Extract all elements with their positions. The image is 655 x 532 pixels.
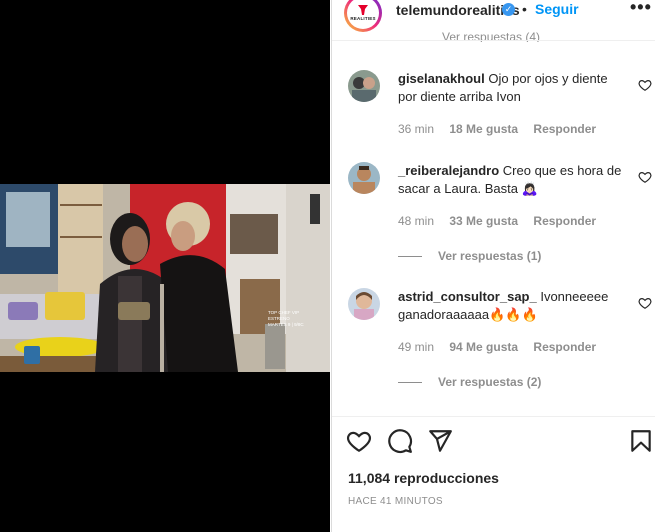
like-comment-icon[interactable] bbox=[638, 78, 652, 92]
share-send-icon[interactable] bbox=[427, 428, 453, 454]
video-overlay-text: TOP CHEF VIP ESTRENO MARTES 9 | 9/8C bbox=[268, 310, 304, 327]
view-replies-button[interactable]: Ver respuestas (1) bbox=[398, 249, 541, 263]
post-sidebar: REALITIES telemundorealities ✓ • Seguir … bbox=[331, 0, 655, 532]
header-divider bbox=[332, 40, 655, 41]
comment-text: giselanakhoul Ojo por ojos y diente por … bbox=[398, 70, 623, 106]
follow-button[interactable]: Seguir bbox=[535, 1, 579, 17]
view-replies-label: Ver respuestas (2) bbox=[438, 375, 542, 389]
comment-time[interactable]: 48 min bbox=[398, 214, 434, 228]
save-bookmark-icon[interactable] bbox=[628, 428, 654, 454]
actions-divider bbox=[332, 416, 655, 417]
comment-text: _reiberalejandro Creo que es hora de sac… bbox=[398, 162, 623, 198]
comment-bubble-icon[interactable] bbox=[387, 428, 413, 454]
comment-avatar[interactable] bbox=[348, 70, 380, 102]
like-heart-icon[interactable] bbox=[346, 428, 372, 454]
comment-likes[interactable]: 18 Me gusta bbox=[449, 122, 518, 136]
post-media: TOP CHEF VIP ESTRENO MARTES 9 | 9/8C bbox=[0, 0, 330, 532]
comment-likes[interactable]: 33 Me gusta bbox=[449, 214, 518, 228]
reply-button[interactable]: Responder bbox=[533, 340, 596, 354]
like-comment-icon[interactable] bbox=[638, 296, 652, 310]
view-replies-label: Ver respuestas (1) bbox=[438, 249, 542, 263]
avatar-brand-label: REALITIES bbox=[350, 16, 376, 21]
comment-avatar[interactable] bbox=[348, 288, 380, 320]
view-replies-button[interactable]: Ver respuestas (2) bbox=[398, 375, 541, 389]
reply-button[interactable]: Responder bbox=[533, 214, 596, 228]
replies-line bbox=[398, 256, 422, 258]
video-player[interactable]: TOP CHEF VIP ESTRENO MARTES 9 | 9/8C bbox=[0, 184, 330, 372]
comment-meta: 36 min 18 Me gusta Responder bbox=[398, 122, 608, 136]
post-actions bbox=[332, 420, 655, 460]
comment-meta: 49 min 94 Me gusta Responder bbox=[398, 340, 608, 354]
comment-likes[interactable]: 94 Me gusta bbox=[449, 340, 518, 354]
comment-time[interactable]: 49 min bbox=[398, 340, 434, 354]
verified-badge-icon: ✓ bbox=[502, 3, 515, 16]
separator-dot: • bbox=[522, 1, 527, 17]
reply-button[interactable]: Responder bbox=[533, 122, 596, 136]
telemundo-logo-icon bbox=[358, 5, 368, 15]
comment-username[interactable]: giselanakhoul bbox=[398, 71, 485, 86]
post-timestamp[interactable]: HACE 41 MINUTOS bbox=[348, 496, 443, 507]
comment-time[interactable]: 36 min bbox=[398, 122, 434, 136]
comment-username[interactable]: _reiberalejandro bbox=[398, 163, 499, 178]
comment-text: astrid_consultor_sap_ Ivonneeeee ganador… bbox=[398, 288, 623, 324]
replies-line bbox=[398, 382, 422, 384]
like-comment-icon[interactable] bbox=[638, 170, 652, 184]
account-avatar[interactable]: REALITIES bbox=[344, 0, 382, 32]
comment-username[interactable]: astrid_consultor_sap_ bbox=[398, 289, 537, 304]
video-frame bbox=[0, 184, 330, 372]
more-horizontal-icon[interactable]: ••• bbox=[630, 0, 652, 18]
comment-meta: 48 min 33 Me gusta Responder bbox=[398, 214, 608, 228]
post-header: REALITIES telemundorealities ✓ • Seguir … bbox=[332, 0, 655, 36]
comment-avatar[interactable] bbox=[348, 162, 380, 194]
views-count[interactable]: 11,084 reproducciones bbox=[348, 470, 499, 486]
